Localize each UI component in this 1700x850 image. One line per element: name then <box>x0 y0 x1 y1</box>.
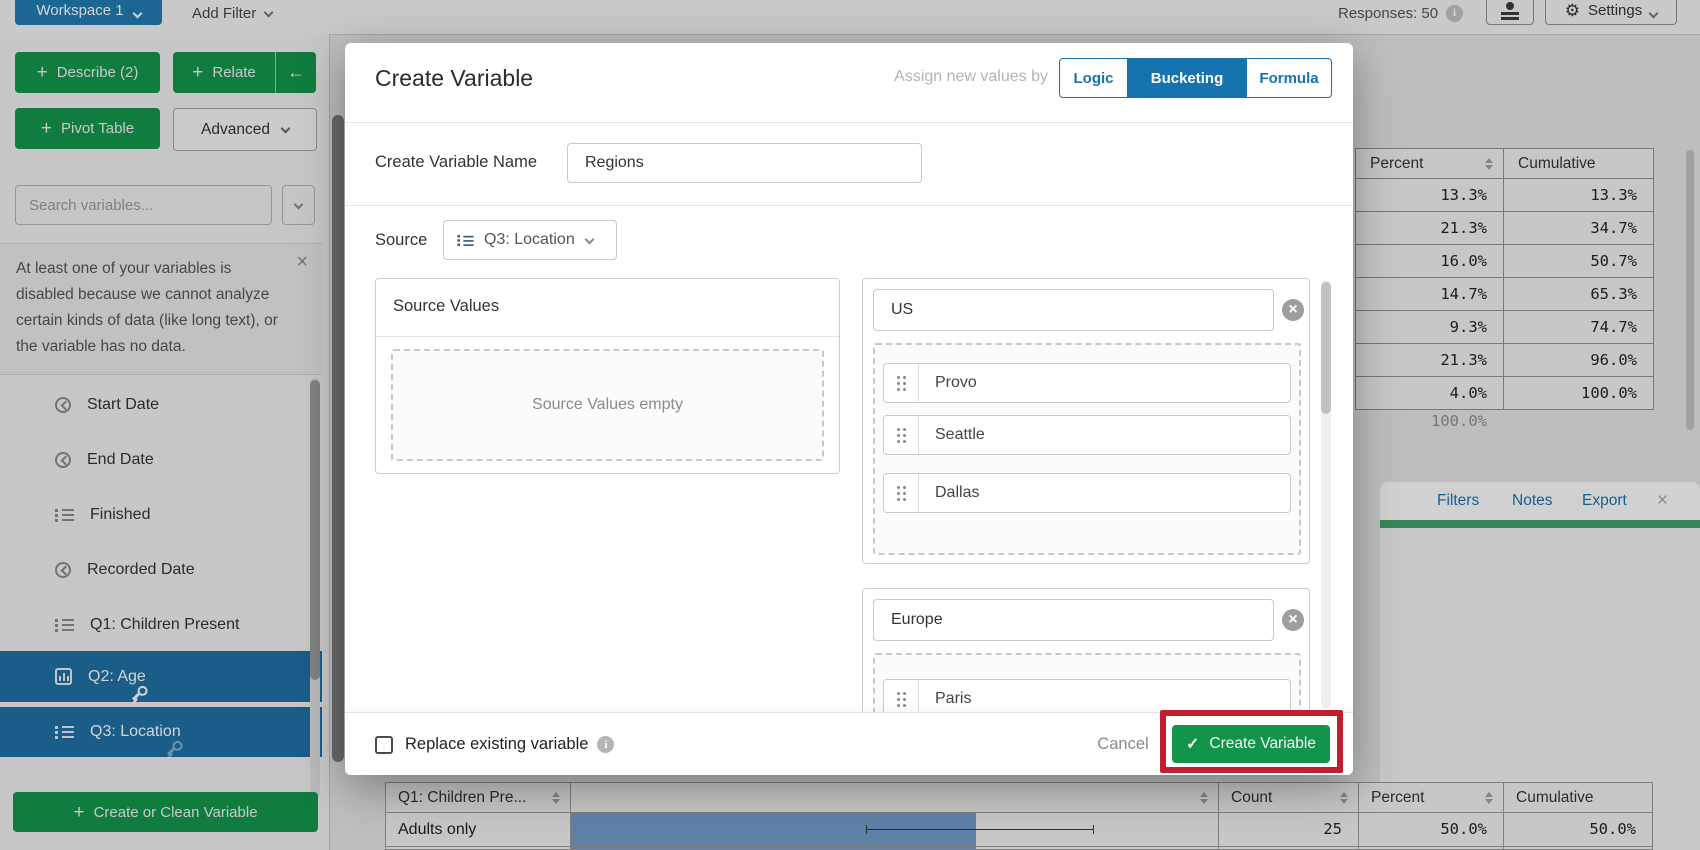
source-dropdown[interactable]: Q3: Location <box>443 220 617 260</box>
chevron-down-icon <box>584 234 595 244</box>
bucket-item-label: Provo <box>935 374 977 391</box>
drag-handle-icon[interactable] <box>884 364 919 402</box>
source-values-panel: Source Values Source Values empty <box>375 278 840 474</box>
drag-handle-icon[interactable] <box>884 474 919 512</box>
variable-name-label: Create Variable Name <box>375 153 538 171</box>
bucket-item-seattle[interactable]: Seattle <box>883 415 1291 455</box>
bucket-item-provo[interactable]: Provo <box>883 363 1291 403</box>
empty-message: Source Values empty <box>532 396 683 413</box>
bucket-item-label: Paris <box>935 690 972 707</box>
create-variable-modal: Create Variable Assign new values by Log… <box>345 43 1353 775</box>
bucket-name-field <box>873 599 1307 641</box>
list-icon <box>457 234 474 245</box>
modal-scrollbar-thumb[interactable] <box>1321 282 1331 414</box>
source-label: Source <box>375 231 428 249</box>
bucket-item-label: Dallas <box>935 484 980 501</box>
source-values-title: Source Values <box>393 297 500 315</box>
bucket-dropzone[interactable]: Provo Seattle Dallas <box>873 343 1301 555</box>
tab-logic[interactable]: Logic <box>1060 59 1127 97</box>
modal-title: Create Variable <box>375 65 534 91</box>
bucket-us: × Provo Seattle Dallas <box>862 278 1310 564</box>
info-icon[interactable]: i <box>597 736 615 753</box>
assign-new-values-label: Assign new values by <box>894 68 1048 85</box>
replace-existing-checkbox[interactable] <box>375 735 393 754</box>
remove-bucket-button[interactable]: × <box>1282 609 1304 631</box>
bucket-item-dallas[interactable]: Dallas <box>883 473 1291 513</box>
source-value: Q3: Location <box>484 231 575 248</box>
cancel-button[interactable]: Cancel <box>1093 735 1153 754</box>
bucket-name-input[interactable] <box>874 600 1307 640</box>
source-values-dropzone[interactable]: Source Values empty <box>391 349 824 461</box>
annotation-highlight-rectangle <box>1160 710 1343 773</box>
assign-mode-tabs: Logic Bucketing Formula <box>1059 58 1332 98</box>
tab-formula[interactable]: Formula <box>1247 59 1331 97</box>
drag-handle-icon[interactable] <box>884 416 919 454</box>
divider <box>345 205 1353 206</box>
divider <box>376 336 839 337</box>
bucket-item-label: Seattle <box>935 426 985 443</box>
divider <box>345 122 1353 123</box>
replace-existing-label: Replace existing variable <box>405 735 589 753</box>
variable-name-input[interactable] <box>568 144 955 182</box>
variable-name-field <box>567 143 955 183</box>
bucket-name-input[interactable] <box>874 290 1307 330</box>
remove-bucket-button[interactable]: × <box>1282 299 1304 321</box>
bucket-name-field <box>873 289 1307 331</box>
tab-bucketing[interactable]: Bucketing <box>1127 59 1247 97</box>
